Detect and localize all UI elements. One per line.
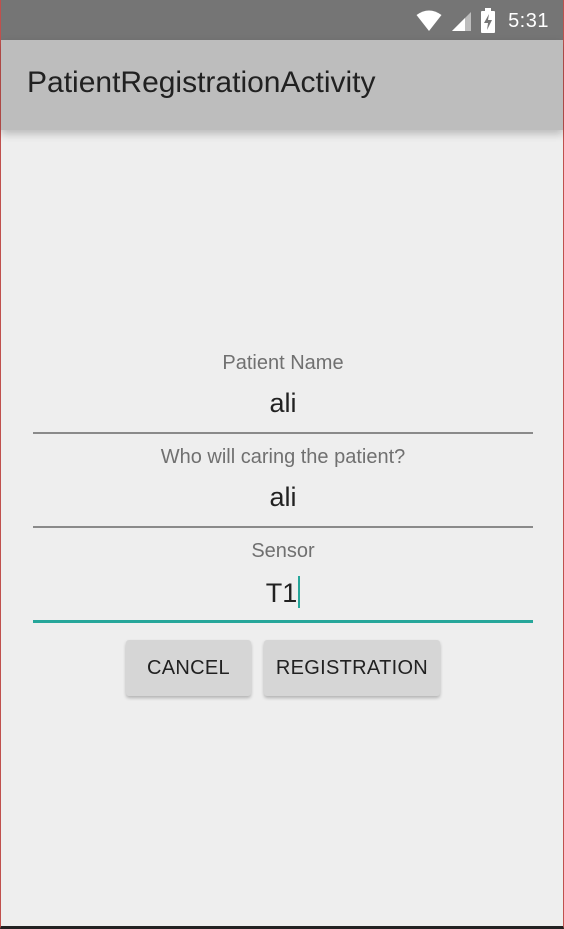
app-bar: PatientRegistrationActivity xyxy=(1,40,563,130)
sensor-input-wrapper[interactable]: T1 xyxy=(33,576,533,609)
patient-name-field[interactable]: Patient Name ali xyxy=(33,350,533,444)
app-title: PatientRegistrationActivity xyxy=(27,66,376,99)
registration-button[interactable]: REGISTRATION xyxy=(264,640,440,696)
sensor-field[interactable]: Sensor T1 xyxy=(33,538,533,632)
cancel-button[interactable]: CANCEL xyxy=(126,640,251,696)
sensor-label: Sensor xyxy=(251,540,315,562)
wifi-icon xyxy=(416,10,442,32)
cell-signal-icon xyxy=(450,10,472,32)
patient-name-input[interactable]: ali xyxy=(33,388,533,419)
caregiver-label: Who will caring the patient? xyxy=(160,446,406,468)
clock: 5:31 xyxy=(508,9,549,32)
battery-charging-icon xyxy=(480,8,496,34)
sensor-input[interactable]: T1 xyxy=(266,578,298,608)
caregiver-underline xyxy=(33,526,533,528)
text-cursor xyxy=(298,576,301,608)
status-icons: 5:31 xyxy=(416,8,549,34)
patient-name-label: Patient Name xyxy=(222,352,344,374)
button-row: CANCEL REGISTRATION xyxy=(33,640,533,696)
screen: 5:31 PatientRegistrationActivity Patient… xyxy=(0,0,564,929)
status-bar: 5:31 xyxy=(1,0,563,40)
patient-name-underline xyxy=(33,432,533,434)
caregiver-field[interactable]: Who will caring the patient? ali xyxy=(33,444,533,538)
sensor-underline xyxy=(33,620,533,623)
caregiver-input[interactable]: ali xyxy=(33,482,533,513)
registration-form: Patient Name ali Who will caring the pat… xyxy=(33,350,533,696)
